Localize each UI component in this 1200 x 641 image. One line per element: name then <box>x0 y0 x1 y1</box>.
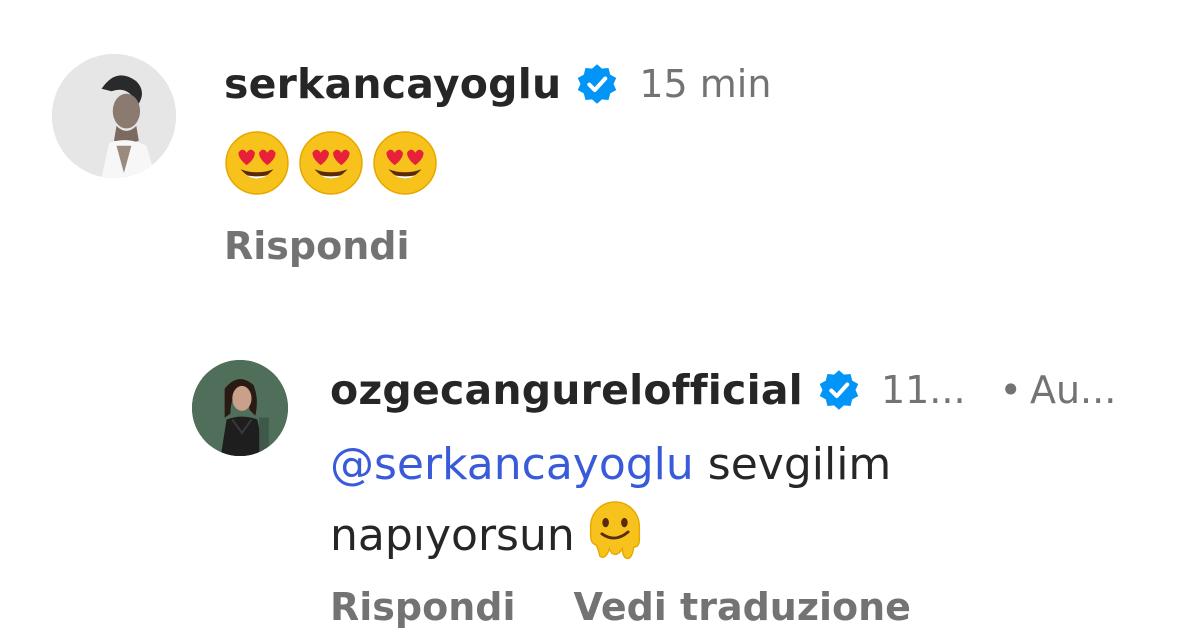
avatar[interactable] <box>192 360 288 456</box>
user-photo-icon <box>192 360 288 456</box>
username[interactable]: ozgecangurelofficial <box>330 366 803 414</box>
timestamp: 15 min <box>639 62 772 106</box>
verified-badge-icon <box>575 62 619 106</box>
see-translation-button[interactable]: Vedi traduzione <box>574 585 911 629</box>
comment-header: ozgecangurelofficial 11... • Au... <box>330 360 1116 420</box>
username[interactable]: serkancayoglu <box>224 60 561 108</box>
melting-face-emoji-icon <box>585 498 645 564</box>
comment-body: serkancayoglu 15 min Rispondi <box>224 54 771 268</box>
user-photo-icon <box>52 54 176 178</box>
comment-body: ozgecangurelofficial 11... • Au... @serk… <box>330 360 1116 629</box>
comment-actions: Rispondi <box>224 224 771 268</box>
reply-button[interactable]: Rispondi <box>330 585 516 629</box>
reply-button[interactable]: Rispondi <box>224 224 410 268</box>
timestamp: 11... <box>880 368 966 412</box>
heart-eyes-emoji-icon <box>224 130 290 196</box>
mention-link[interactable]: @serkancayoglu <box>330 439 694 490</box>
heart-eyes-emoji-icon <box>298 130 364 196</box>
avatar[interactable] <box>52 54 176 178</box>
reply-item: ozgecangurelofficial 11... • Au... @serk… <box>192 360 1182 641</box>
comment-actions: Rispondi Vedi traduzione <box>330 585 1116 629</box>
comment-text: @serkancayoglu sevgilim napıyorsun <box>330 432 1090 569</box>
verified-badge-icon <box>817 368 861 412</box>
heart-eyes-emoji-icon <box>372 130 438 196</box>
comment-text <box>224 130 771 196</box>
meta-separator: • <box>999 368 1022 412</box>
meta-extra: Au... <box>1029 368 1117 412</box>
comment-header: serkancayoglu 15 min <box>224 54 771 114</box>
comment-item: serkancayoglu 15 min Rispondi <box>52 54 1182 304</box>
